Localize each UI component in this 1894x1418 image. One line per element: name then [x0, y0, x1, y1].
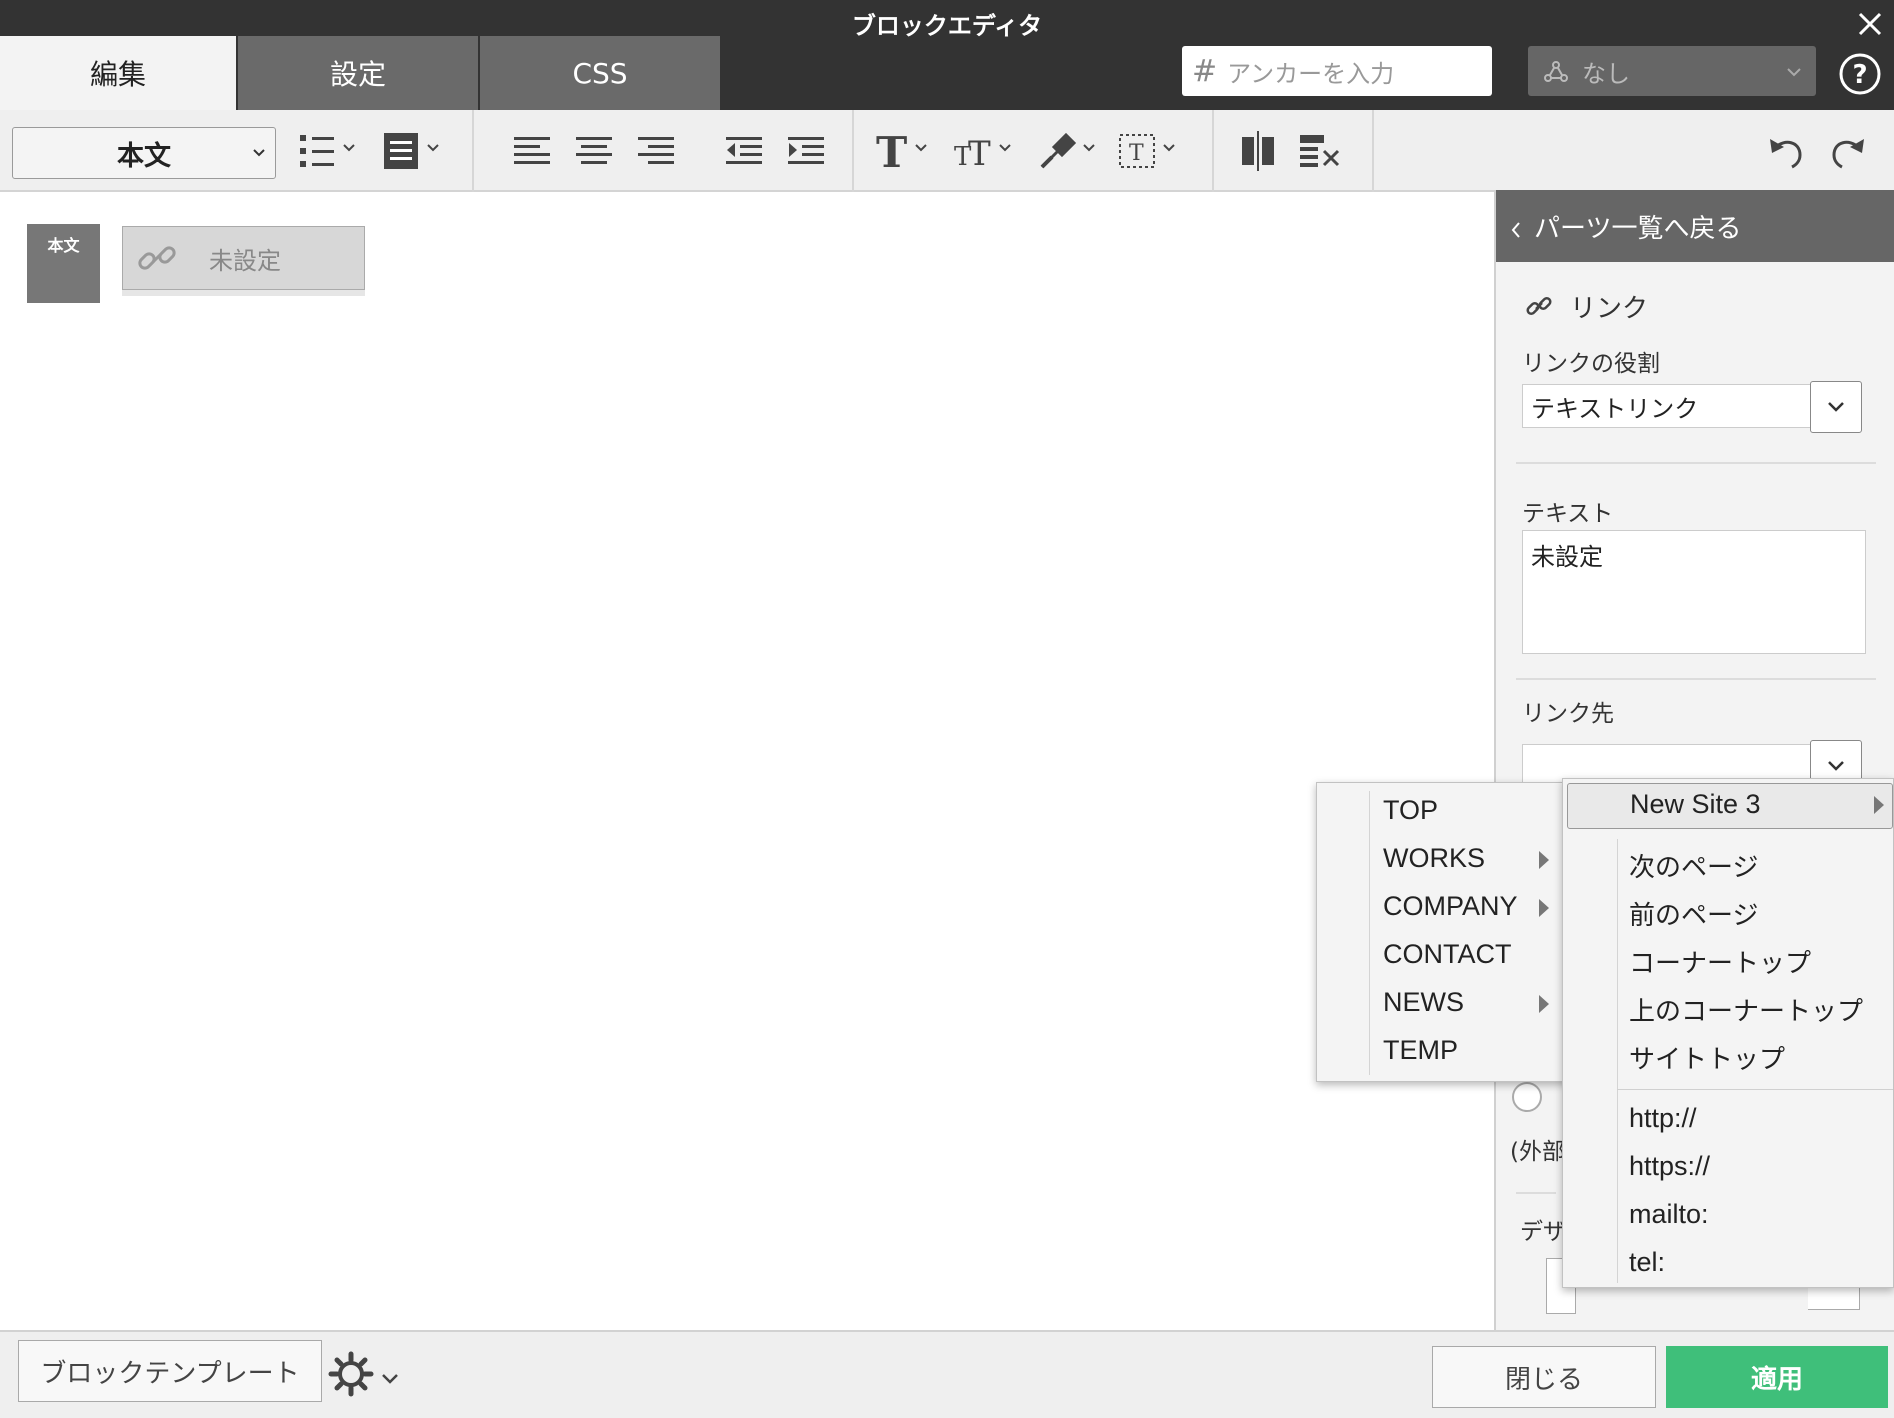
- indent-icon[interactable]: [778, 126, 834, 176]
- link-icon: [1526, 296, 1552, 316]
- close-icon[interactable]: [1850, 4, 1890, 44]
- bullet-list-icon[interactable]: [296, 126, 366, 176]
- link-part-label: 未設定: [209, 246, 281, 275]
- chevron-down-icon: [382, 1374, 398, 1384]
- text-label: テキスト: [1522, 501, 1614, 527]
- svg-text:?: ?: [1852, 60, 1867, 90]
- chevron-left-icon: [1511, 222, 1520, 238]
- menu-item-mailto[interactable]: mailto:: [1629, 1199, 1709, 1230]
- design-label-partial: デザ: [1520, 1219, 1566, 1245]
- divider: [1516, 462, 1876, 464]
- hash-icon: #: [1192, 53, 1218, 89]
- divider: [1516, 1192, 1556, 1194]
- link-part[interactable]: 未設定: [122, 226, 365, 290]
- panel-section-title: リンク: [1570, 293, 1649, 324]
- submenu-arrow-icon: [1539, 995, 1549, 1013]
- back-label: パーツ一覧へ戻る: [1534, 213, 1742, 244]
- menu-item-company[interactable]: COMPANY: [1383, 891, 1518, 922]
- menu-item-works[interactable]: WORKS: [1383, 843, 1485, 874]
- align-left-icon[interactable]: [504, 126, 560, 176]
- menu-item-corner-top[interactable]: コーナートップ: [1629, 943, 1811, 980]
- undo-icon[interactable]: [1758, 126, 1814, 176]
- submenu-arrow-icon: [1874, 796, 1884, 814]
- menu-item-news[interactable]: NEWS: [1383, 987, 1464, 1018]
- menu-item-contact[interactable]: CONTACT: [1383, 939, 1512, 970]
- toolbar-separator: [472, 110, 474, 192]
- block-format-icon[interactable]: [380, 126, 450, 176]
- svg-text:T: T: [1129, 141, 1144, 166]
- svg-text:T: T: [968, 134, 991, 173]
- role-input-value: テキストリンク: [1531, 394, 1699, 423]
- back-to-parts-button[interactable]: パーツ一覧へ戻る: [1496, 190, 1894, 262]
- menu-item-prev-page[interactable]: 前のページ: [1629, 895, 1758, 932]
- align-right-icon[interactable]: [628, 126, 684, 176]
- submenu-arrow-icon: [1539, 851, 1549, 869]
- link-dest-label: リンク先: [1522, 701, 1614, 727]
- anchor-placeholder: アンカーを入力: [1227, 59, 1395, 88]
- panel-section-header: リンク: [1524, 288, 1824, 324]
- tab-settings[interactable]: 設定: [238, 36, 478, 110]
- chevron-down-icon: [1828, 761, 1844, 771]
- submenu-arrow-icon: [1539, 899, 1549, 917]
- role-select[interactable]: なし: [1528, 46, 1816, 96]
- role-label: リンクの役割: [1522, 351, 1660, 377]
- menu-item-http[interactable]: http://: [1629, 1103, 1697, 1134]
- menu-item-tel[interactable]: tel:: [1629, 1247, 1665, 1278]
- link-icon: [138, 246, 176, 270]
- outdent-icon[interactable]: [716, 126, 772, 176]
- eyedropper-icon[interactable]: [1036, 126, 1106, 176]
- menu-item-next-page[interactable]: 次のページ: [1629, 847, 1758, 884]
- menu-item-https[interactable]: https://: [1629, 1151, 1710, 1182]
- role-dropdown-button[interactable]: [1810, 381, 1862, 433]
- help-icon[interactable]: ?: [1838, 52, 1882, 96]
- svg-text:T: T: [876, 129, 907, 173]
- menu-item-site-label: New Site 3: [1630, 789, 1761, 819]
- anchor-input[interactable]: # アンカーを入力: [1182, 46, 1492, 96]
- block-tag[interactable]: 本文: [27, 224, 100, 303]
- toolbar-separator: [1372, 110, 1374, 192]
- align-center-icon[interactable]: [566, 126, 622, 176]
- divider: [1516, 678, 1876, 680]
- font-size-icon[interactable]: T: [872, 126, 942, 176]
- chevron-down-icon: [253, 149, 265, 157]
- menu-item-site[interactable]: New Site 3: [1567, 783, 1893, 829]
- menu-item-temp[interactable]: TEMP: [1383, 1035, 1458, 1066]
- text-frame-icon[interactable]: T: [1116, 126, 1186, 176]
- menu-gutter-line: [1617, 839, 1618, 1283]
- link-part-shadow: [122, 290, 365, 296]
- toolbar-separator: [852, 110, 854, 192]
- close-button[interactable]: 閉じる: [1432, 1346, 1656, 1408]
- tab-edit[interactable]: 編集: [0, 36, 236, 110]
- toolbar: [0, 110, 1894, 192]
- tab-css[interactable]: CSS: [480, 36, 720, 110]
- menu-separator: [1617, 1089, 1893, 1090]
- apply-button[interactable]: 適用: [1666, 1346, 1888, 1408]
- node-icon: [1544, 61, 1568, 82]
- radio-button[interactable]: [1512, 1082, 1542, 1112]
- menu-gutter-line: [1369, 791, 1370, 1075]
- paragraph-style-value: 本文: [117, 140, 171, 172]
- menu-item-top[interactable]: TOP: [1383, 795, 1438, 826]
- clear-format-icon[interactable]: [1292, 126, 1348, 176]
- redo-icon[interactable]: [1820, 126, 1876, 176]
- link-destination-menu: New Site 3 次のページ 前のページ コーナートップ 上のコーナートップ…: [1562, 778, 1894, 1288]
- chevron-down-icon: [1828, 402, 1844, 412]
- role-select-value: なし: [1582, 59, 1630, 88]
- external-hint-partial: (外部: [1510, 1139, 1565, 1165]
- toolbar-separator: [1212, 110, 1214, 192]
- gear-icon: [328, 1351, 374, 1397]
- settings-menu-button[interactable]: [328, 1348, 404, 1400]
- text-height-icon[interactable]: T T: [952, 126, 1022, 176]
- menu-item-site-top[interactable]: サイトトップ: [1629, 1039, 1785, 1076]
- block-template-button[interactable]: ブロックテンプレート: [18, 1340, 322, 1402]
- site-pages-menu: TOP WORKS COMPANY CONTACT NEWS TEMP: [1316, 782, 1568, 1082]
- column-split-icon[interactable]: [1230, 126, 1286, 176]
- text-textarea[interactable]: 未設定: [1522, 530, 1866, 654]
- role-input[interactable]: テキストリンク: [1522, 384, 1812, 428]
- chevron-down-icon: [1787, 68, 1801, 77]
- menu-item-parent-corner-top[interactable]: 上のコーナートップ: [1629, 991, 1863, 1028]
- paragraph-style-select[interactable]: 本文: [12, 127, 276, 179]
